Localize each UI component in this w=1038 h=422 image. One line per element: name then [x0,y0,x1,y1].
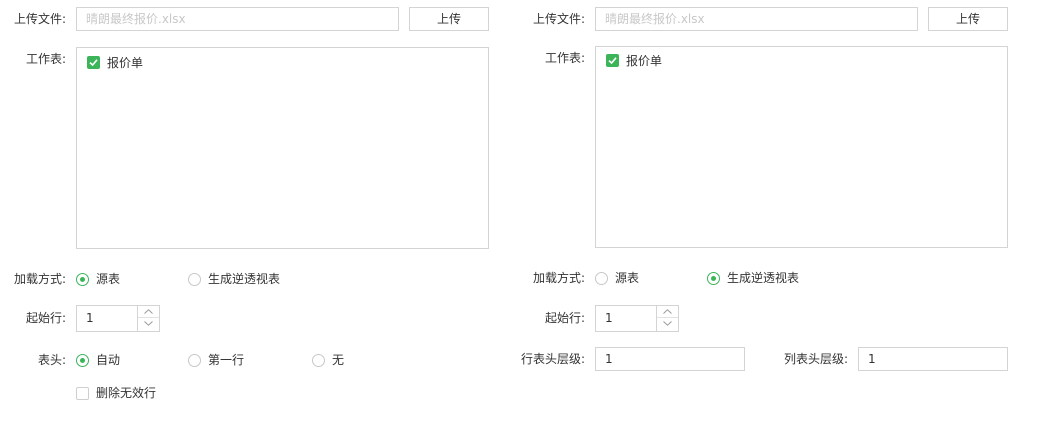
radio-source-table[interactable] [76,273,89,286]
delete-invalid-rows-checkbox[interactable] [76,387,89,400]
upload-file-input[interactable]: 晴朗最终报价.xlsx [76,7,399,31]
radio-header-auto-label[interactable]: 自动 [96,352,120,368]
start-row-label: 起始行: [25,311,66,325]
radio-header-first-row-label[interactable]: 第一行 [208,352,244,368]
start-row-stepper[interactable]: 1 [76,305,160,332]
start-row-value[interactable]: 1 [86,306,94,331]
worksheet-label: 工作表: [25,52,66,66]
stepper-down-icon[interactable] [138,318,159,331]
radio-unpivot-table-label[interactable]: 生成逆透视表 [208,271,280,287]
radio-unpivot-table[interactable] [707,272,720,285]
stepper-up-icon[interactable] [138,306,159,318]
stepper-down-icon[interactable] [657,318,678,331]
load-mode-label: 加载方式: [532,271,585,285]
worksheet-list[interactable]: 报价单 [595,46,1008,248]
radio-header-none-label[interactable]: 无 [332,352,344,368]
delete-invalid-rows-label[interactable]: 删除无效行 [96,385,156,401]
radio-header-none[interactable] [312,354,325,367]
worksheet-item[interactable]: 报价单 [87,55,207,71]
upload-file-label: 上传文件: [532,12,585,26]
worksheet-item-label: 报价单 [626,54,663,68]
radio-source-table[interactable] [595,272,608,285]
col-header-level-input[interactable]: 1 [858,347,1008,371]
row-header-level-input[interactable]: 1 [595,347,745,371]
radio-unpivot-table-label[interactable]: 生成逆透视表 [727,270,799,286]
worksheet-item-label: 报价单 [107,56,144,70]
checkbox-checked-icon[interactable] [87,56,100,69]
stepper-up-icon[interactable] [657,306,678,318]
start-row-stepper[interactable]: 1 [595,305,679,332]
upload-file-label: 上传文件: [13,12,66,26]
row-header-level-label: 行表头层级: [520,352,585,366]
start-row-label: 起始行: [544,311,585,325]
radio-source-table-label[interactable]: 源表 [96,271,120,287]
radio-header-auto[interactable] [76,354,89,367]
header-label: 表头: [37,353,66,367]
worksheet-item[interactable]: 报价单 [606,53,726,69]
start-row-value[interactable]: 1 [605,306,613,331]
upload-button[interactable]: 上传 [409,7,489,31]
checkbox-checked-icon[interactable] [606,54,619,67]
worksheet-list[interactable]: 报价单 [76,47,489,249]
upload-button[interactable]: 上传 [928,7,1008,31]
worksheet-label: 工作表: [544,51,585,65]
load-mode-label: 加载方式: [13,272,66,286]
col-header-level-label: 列表头层级: [783,352,848,366]
radio-header-first-row[interactable] [188,354,201,367]
radio-unpivot-table[interactable] [188,273,201,286]
upload-file-input[interactable]: 晴朗最终报价.xlsx [595,7,918,31]
radio-source-table-label[interactable]: 源表 [615,270,639,286]
